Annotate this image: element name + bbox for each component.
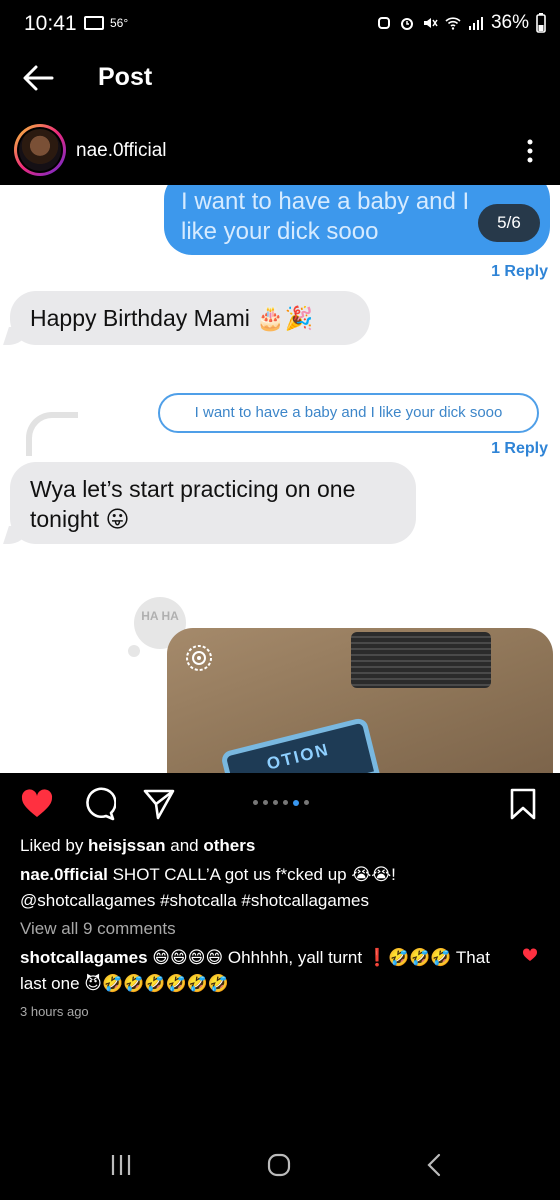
likes-prefix: Liked by [20,836,89,855]
home-icon[interactable] [264,1150,294,1180]
carousel-counter: 5/6 [478,204,540,242]
received-message-bubble: Wya let’s start practicing on one tonigh… [10,462,416,544]
caption-hashtags[interactable]: @shotcallagames #shotcalla #shotcallagam… [20,891,369,910]
share-icon[interactable] [142,787,176,821]
post-caption: nae.0fficial SHOT CALL’A got us f*cked u… [20,862,540,914]
carousel-indicator [253,799,309,806]
wifi-icon [445,17,461,30]
status-bar: 10:41 56° 36% [0,0,560,50]
carousel-dot-active [293,799,299,806]
post-actions [0,785,560,825]
back-arrow-icon[interactable] [22,63,54,93]
reply-link[interactable]: 1 Reply [491,440,548,458]
post-timestamp: 3 hours ago [20,1004,89,1019]
liked-by-user[interactable]: heisjssan [88,836,166,855]
signal-icon [468,17,483,30]
like-heart-icon[interactable] [20,787,54,821]
comment-like-heart-icon[interactable] [522,948,538,962]
reply-connector [26,412,78,456]
post-media[interactable]: I want to have a baby and I like your di… [0,185,560,773]
game-box: OTION [219,716,381,773]
mute-icon [423,18,438,28]
avatar[interactable] [14,124,66,176]
status-temperature: 56° [110,16,129,30]
reply-link[interactable]: 1 Reply [491,263,548,281]
comment-username[interactable]: shotcallagames [20,948,148,967]
likes-summary[interactable]: Liked by heisjssan and others [20,836,255,856]
save-bookmark-icon[interactable] [506,787,540,821]
liked-by-others[interactable]: others [203,836,255,855]
page-title: Post [98,63,153,91]
carousel-dot [253,800,258,805]
notification-icon [377,17,390,29]
post-author-row: nae.0fficial [0,122,560,178]
view-all-comments-link[interactable]: View all 9 comments [20,919,176,939]
caption-text: SHOT CALL’A got us f*cked up 😭😭! [107,865,396,884]
battery-icon [536,13,546,33]
received-message-bubble: Happy Birthday Mami 🎂🎉 [10,291,370,345]
caption-username[interactable]: nae.0fficial [20,865,108,884]
alarm-icon [400,18,413,30]
carousel-dot [304,800,309,805]
more-options-icon[interactable] [520,136,540,166]
carousel-dot [283,800,288,805]
system-nav-bar [0,1130,560,1200]
card-stack [351,632,491,688]
message-photo: OTION [167,628,553,773]
carousel-dot [273,800,278,805]
hd-icon [84,16,104,30]
comment-item: shotcallagames 😄😄😄😄 Ohhhhh, yall turnt ❗… [20,945,520,997]
likes-joiner: and [165,836,204,855]
post-header: Post [0,55,560,105]
status-left-icons: 56° [84,16,128,30]
carousel-dot [263,800,268,805]
status-right-icons: 36% [376,12,546,34]
battery-level: 36% [490,12,529,33]
recent-apps-icon[interactable] [106,1150,136,1180]
view-once-icon [186,645,212,671]
quoted-message: I want to have a baby and I like your di… [158,393,539,433]
comment-icon[interactable] [82,787,116,821]
sticker-tail [128,645,140,657]
avatar-image [19,129,61,171]
nav-back-icon[interactable] [420,1150,450,1180]
author-username[interactable]: nae.0fficial [76,140,167,162]
status-time: 10:41 [24,12,77,35]
